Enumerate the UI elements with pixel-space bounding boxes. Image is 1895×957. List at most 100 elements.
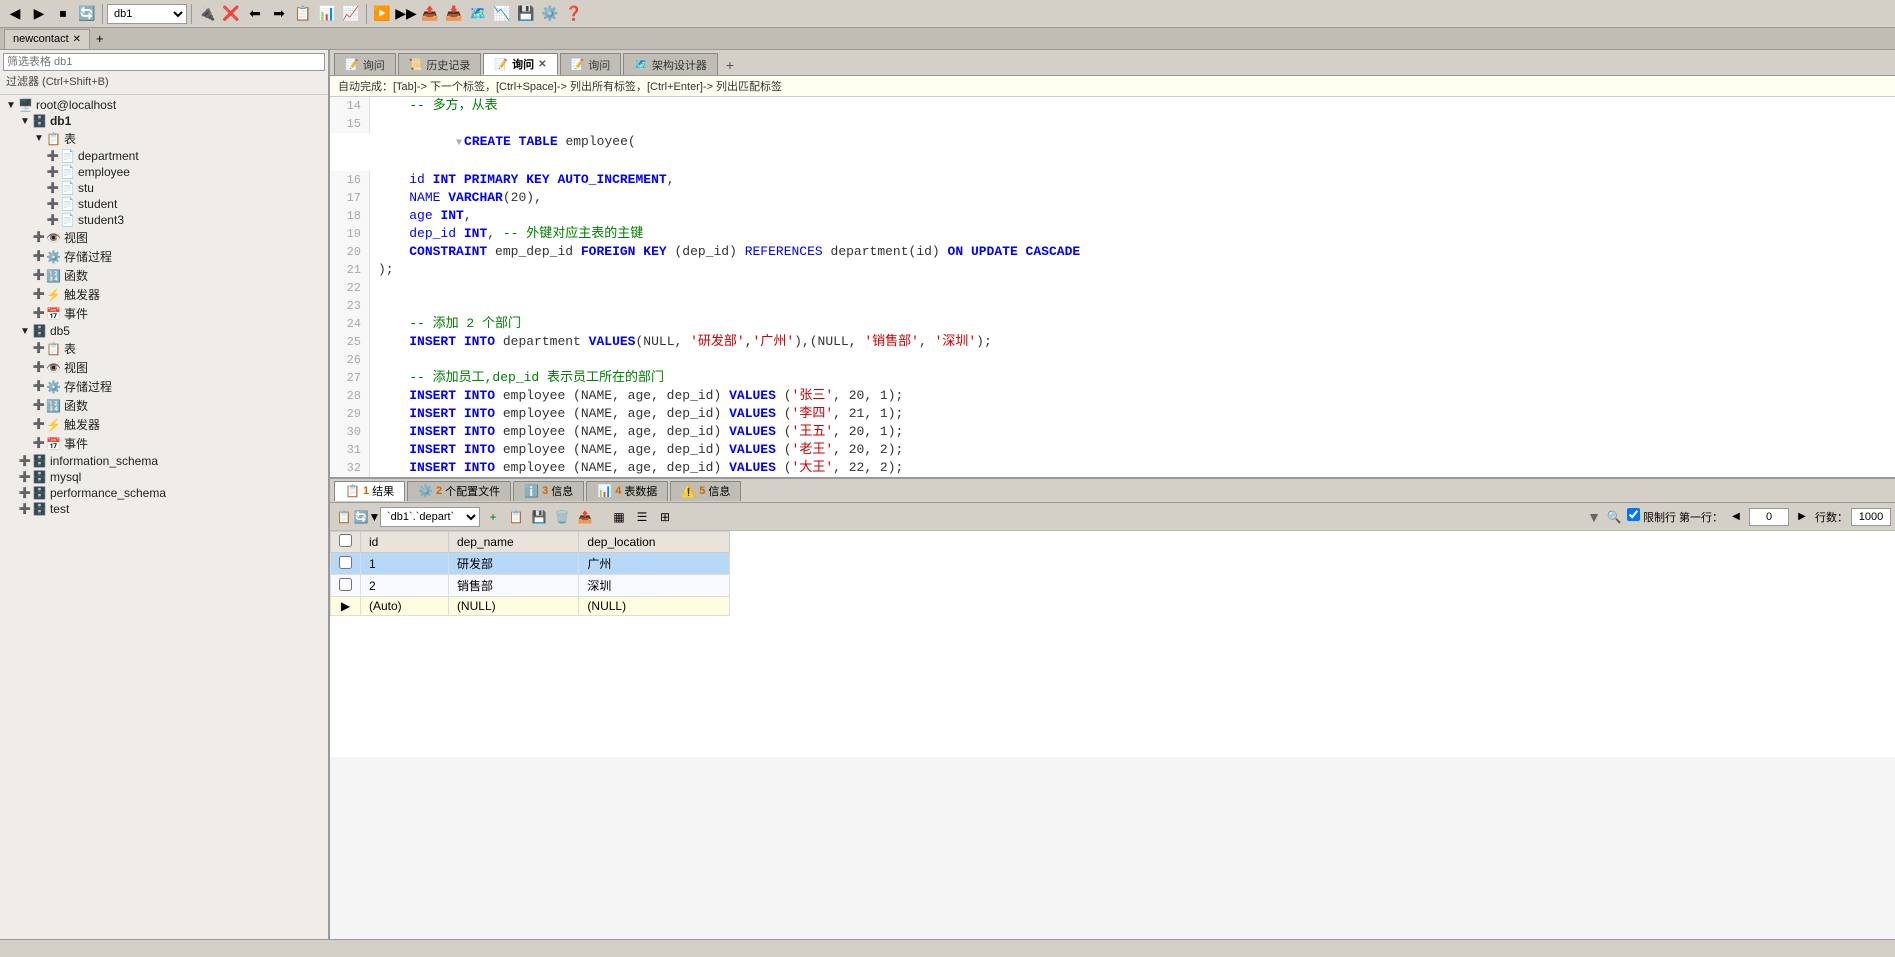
sidebar-item-test[interactable]: ➕ 🗄️ test: [2, 501, 326, 517]
tree-toggle-tables[interactable]: ▼: [32, 133, 46, 144]
sidebar-item-db5-tables[interactable]: ➕ 📋 表: [2, 339, 326, 358]
row2-id[interactable]: 2: [361, 575, 449, 597]
sidebar-item-student[interactable]: ➕ 📄 student: [2, 196, 326, 212]
tree-toggle-db5[interactable]: ▼: [18, 326, 32, 337]
line-content-21[interactable]: );: [370, 261, 394, 279]
res-btn-filter[interactable]: 🔍: [1604, 507, 1624, 527]
tab-query-1[interactable]: 📝 询问: [334, 53, 396, 75]
toolbar-right[interactable]: ➡: [268, 3, 290, 25]
line-content-32[interactable]: INSERT INTO employee (NAME, age, dep_id)…: [370, 459, 903, 477]
result-tab-1[interactable]: 📋 1 结果: [334, 481, 405, 501]
fold-btn-15[interactable]: ▼: [456, 138, 462, 149]
toolbar-connect[interactable]: 🔌: [196, 3, 218, 25]
toolbar-data[interactable]: 📊: [316, 3, 338, 25]
limit-checkbox[interactable]: [1627, 508, 1640, 521]
tree-toggle-db1[interactable]: ▼: [18, 116, 32, 127]
sidebar-item-db5-triggers[interactable]: ➕ ⚡ 触发器: [2, 415, 326, 434]
res-btn-table[interactable]: 📋: [334, 507, 354, 527]
res-btn-copy[interactable]: 📋: [506, 507, 526, 527]
row1-dep-name[interactable]: 研发部: [448, 553, 578, 575]
toolbar-table[interactable]: 📋: [292, 3, 314, 25]
sidebar-item-db5[interactable]: ▼ 🗄️ db5: [2, 323, 326, 339]
toolbar-run2[interactable]: ▶▶: [395, 3, 417, 25]
tree-toggle-student[interactable]: ➕: [46, 199, 60, 210]
sidebar-item-db5-events[interactable]: ➕ 📅 事件: [2, 434, 326, 453]
line-content-17[interactable]: NAME VARCHAR(20),: [370, 189, 542, 207]
tab-history[interactable]: 📜 历史记录: [398, 53, 482, 75]
toolbar-chart[interactable]: 📈: [340, 3, 362, 25]
toolbar-stop[interactable]: ⏹: [52, 3, 74, 25]
tab3-close[interactable]: ✕: [538, 59, 546, 70]
sidebar-item-performance-schema[interactable]: ➕ 🗄️ performance_schema: [2, 485, 326, 501]
toolbar-export[interactable]: 📤: [419, 3, 441, 25]
select-all-checkbox[interactable]: [339, 534, 352, 547]
line-content-24[interactable]: -- 添加 2 个部门: [370, 315, 521, 333]
line-content-20[interactable]: CONSTRAINT emp_dep_id FOREIGN KEY (dep_i…: [370, 243, 1080, 261]
page-prev-btn[interactable]: ◀: [1726, 507, 1746, 527]
sidebar-item-views[interactable]: ➕ 👁️ 视图: [2, 228, 326, 247]
sidebar-item-db5-procs[interactable]: ➕ ⚙️ 存储过程: [2, 377, 326, 396]
row2-dep-location[interactable]: 深圳: [579, 575, 730, 597]
tree-toggle-student3[interactable]: ➕: [46, 215, 60, 226]
sidebar-item-information-schema[interactable]: ➕ 🗄️ information_schema: [2, 453, 326, 469]
tree-toggle-db5-events[interactable]: ➕: [32, 438, 46, 449]
toolbar-disconnect[interactable]: ❌: [220, 3, 242, 25]
sidebar-item-db5-views[interactable]: ➕ 👁️ 视图: [2, 358, 326, 377]
tab-add-button[interactable]: +: [720, 55, 740, 75]
sidebar-item-events[interactable]: ➕ 📅 事件: [2, 304, 326, 323]
page-next-btn[interactable]: ▶: [1792, 507, 1812, 527]
row2-checkbox[interactable]: [339, 578, 352, 591]
tree-toggle-emp[interactable]: ➕: [46, 167, 60, 178]
result-tab-5[interactable]: ⚠️ 5 信息: [670, 481, 741, 501]
tree-toggle-events[interactable]: ➕: [32, 308, 46, 319]
sidebar-item-root[interactable]: ▼ 🖥️ root@localhost: [2, 97, 326, 113]
window-tab-newcontact[interactable]: newcontact ✕: [4, 29, 90, 49]
line-content-16[interactable]: id INT PRIMARY KEY AUTO_INCREMENT,: [370, 171, 675, 189]
res-btn-delete[interactable]: 🗑️: [552, 507, 572, 527]
tree-toggle-test[interactable]: ➕: [18, 504, 32, 515]
res-btn-save[interactable]: 💾: [529, 507, 549, 527]
db-selector[interactable]: db1: [107, 4, 187, 24]
toolbar-settings[interactable]: ⚙️: [539, 3, 561, 25]
sidebar-item-tables[interactable]: ▼ 📋 表: [2, 129, 326, 148]
line-content-28[interactable]: INSERT INTO employee (NAME, age, dep_id)…: [370, 387, 903, 405]
tree-toggle-db5-tables[interactable]: ➕: [32, 343, 46, 354]
line-content-15[interactable]: ▼CREATE TABLE employee(: [370, 115, 636, 171]
tree-toggle-triggers[interactable]: ➕: [32, 289, 46, 300]
tree-toggle-procs[interactable]: ➕: [32, 251, 46, 262]
window-add-tab[interactable]: +: [90, 30, 110, 47]
tree-toggle-info[interactable]: ➕: [18, 456, 32, 467]
tree-toggle-db5-procs[interactable]: ➕: [32, 381, 46, 392]
res-table-selector[interactable]: `db1`.`depart`: [380, 507, 480, 527]
result-tab-2[interactable]: ⚙️ 2 个配置文件: [407, 481, 511, 501]
tab-query-active[interactable]: 📝 询问 ✕: [483, 53, 557, 75]
result-tab-4[interactable]: 📊 4 表数据: [586, 481, 668, 501]
toolbar-schema[interactable]: 🗺️: [467, 3, 489, 25]
line-content-30[interactable]: INSERT INTO employee (NAME, age, dep_id)…: [370, 423, 903, 441]
res-btn-export[interactable]: 📤: [575, 507, 595, 527]
toolbar-help[interactable]: ❓: [563, 3, 585, 25]
line-content-31[interactable]: INSERT INTO employee (NAME, age, dep_id)…: [370, 441, 903, 459]
code-editor[interactable]: 14 -- 多方，从表 15 ▼CREATE TABLE employee( 1…: [330, 97, 1895, 477]
line-content-14[interactable]: -- 多方，从表: [370, 97, 498, 115]
tree-toggle-dept[interactable]: ➕: [46, 151, 60, 162]
toolbar-forward[interactable]: ▶: [28, 3, 50, 25]
tree-toggle[interactable]: ▼: [4, 100, 18, 111]
row-auto-id[interactable]: (Auto): [361, 597, 449, 616]
first-row-input[interactable]: [1749, 508, 1789, 526]
line-content-27[interactable]: -- 添加员工,dep_id 表示员工所在的部门: [370, 369, 664, 387]
toolbar-refresh[interactable]: 🔄: [76, 3, 98, 25]
window-tab-close[interactable]: ✕: [73, 34, 81, 45]
toolbar-monitor[interactable]: 📉: [491, 3, 513, 25]
tree-toggle-mysql[interactable]: ➕: [18, 472, 32, 483]
row2-dep-name[interactable]: 销售部: [448, 575, 578, 597]
tree-toggle-stu[interactable]: ➕: [46, 183, 60, 194]
tab-query-3[interactable]: 📝 询问: [560, 53, 622, 75]
line-content-26[interactable]: [370, 351, 386, 369]
tree-toggle-db5-funcs[interactable]: ➕: [32, 400, 46, 411]
sidebar-filter-input[interactable]: [3, 53, 325, 71]
sidebar-item-db5-funcs[interactable]: ➕ 🔢 函数: [2, 396, 326, 415]
sidebar-item-mysql[interactable]: ➕ 🗄️ mysql: [2, 469, 326, 485]
toolbar-back[interactable]: ◀: [4, 3, 26, 25]
sidebar-item-department[interactable]: ➕ 📄 department: [2, 148, 326, 164]
